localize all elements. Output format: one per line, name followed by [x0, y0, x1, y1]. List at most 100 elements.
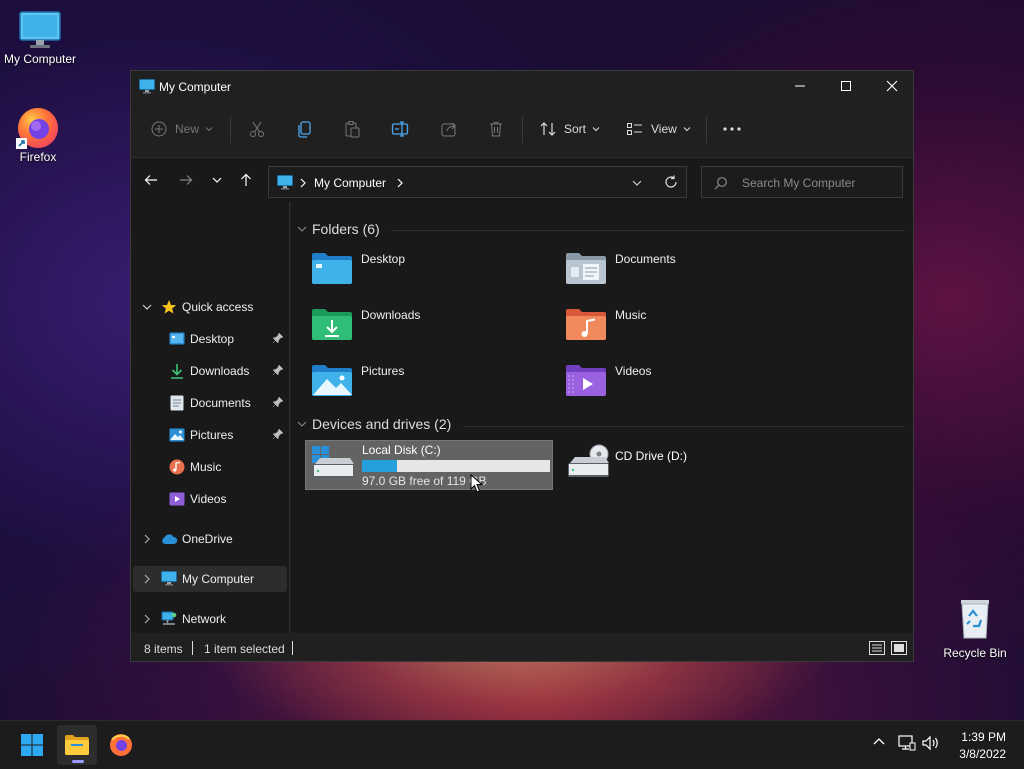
status-separator	[192, 641, 193, 655]
chevron-right-icon	[144, 534, 150, 544]
refresh-icon[interactable]	[664, 175, 678, 189]
desktop-icon-my-computer[interactable]: My Computer	[0, 10, 80, 66]
sidebar-item-label: OneDrive	[182, 532, 233, 546]
sidebar-item-music[interactable]: Music	[133, 454, 287, 480]
video-icon	[169, 492, 185, 506]
pane-divider[interactable]	[289, 202, 290, 633]
toolbar-separator	[230, 117, 231, 143]
clock-time: 1:39 PM	[961, 730, 1006, 744]
delete-button[interactable]	[487, 117, 505, 141]
cut-button[interactable]	[248, 117, 266, 141]
sidebar-item-onedrive[interactable]: OneDrive	[133, 526, 287, 552]
share-button[interactable]	[440, 117, 458, 141]
command-bar: New Sort View	[131, 109, 913, 149]
chevron-up-icon[interactable]	[872, 735, 886, 749]
selection-count: 1 item selected	[204, 642, 285, 656]
desktop-icon-firefox[interactable]: Firefox	[0, 104, 78, 164]
network-status-icon[interactable]	[898, 735, 916, 751]
paste-button[interactable]	[343, 117, 361, 141]
search-icon	[714, 177, 727, 190]
copy-button[interactable]	[296, 117, 314, 141]
forward-button[interactable]	[174, 168, 198, 192]
minimize-button[interactable]	[777, 71, 823, 101]
sidebar-item-label: Network	[182, 612, 227, 626]
search-box[interactable]: Search My Computer	[701, 166, 903, 198]
sidebar-item-label: Quick access	[182, 300, 254, 314]
view-button[interactable]: View	[626, 117, 692, 141]
chevron-down-icon	[212, 177, 222, 183]
sidebar-item-downloads[interactable]: Downloads	[133, 358, 287, 384]
group-divider	[463, 426, 905, 427]
drive-local-disk-c[interactable]: Local Disk (C:) 97.0 GB free of 119 GB	[305, 440, 553, 490]
desktop-icon	[169, 332, 185, 345]
sort-button[interactable]: Sort	[539, 117, 601, 141]
drive-cd-d[interactable]: CD Drive (D:)	[563, 440, 811, 490]
folder-desktop[interactable]: Desktop	[311, 251, 551, 291]
folder-documents[interactable]: Documents	[565, 251, 805, 291]
desktop-icon-recycle-bin[interactable]: Recycle Bin	[935, 596, 1015, 660]
pin-icon	[272, 332, 284, 344]
sidebar-item-quick-access[interactable]: Quick access	[133, 294, 287, 320]
taskbar-file-explorer[interactable]	[57, 725, 97, 765]
folder-music[interactable]: Music	[565, 307, 805, 347]
taskbar-firefox[interactable]	[101, 725, 141, 765]
sidebar-item-label: Pictures	[190, 428, 234, 442]
sidebar-item-desktop[interactable]: Desktop	[133, 326, 287, 352]
close-button[interactable]	[869, 71, 915, 101]
back-button[interactable]	[139, 168, 163, 192]
group-title: Devices and drives (2)	[312, 416, 452, 432]
start-button[interactable]	[12, 725, 52, 765]
view-list-icon	[627, 123, 642, 135]
volume-icon[interactable]	[922, 735, 940, 751]
breadcrumb-my-computer[interactable]: My Computer	[314, 176, 386, 190]
windows-logo-icon	[21, 734, 43, 756]
sidebar-item-my-computer[interactable]: My Computer	[133, 566, 287, 592]
folder-label: Music	[615, 308, 647, 322]
chevron-down-icon	[297, 421, 307, 427]
sort-icon	[540, 122, 556, 136]
plus-circle-icon	[151, 121, 167, 137]
chevron-right-icon	[144, 614, 150, 624]
active-indicator	[72, 760, 84, 763]
taskbar: 1:39 PM 3/8/2022	[0, 720, 1024, 769]
system-clock[interactable]: 1:39 PM 3/8/2022	[959, 729, 1006, 763]
arrow-right-icon	[180, 175, 193, 185]
sidebar-item-videos[interactable]: Videos	[133, 486, 287, 512]
view-label: View	[651, 122, 677, 136]
maximize-button[interactable]	[823, 71, 869, 101]
address-bar[interactable]: My Computer	[268, 166, 687, 198]
sidebar-item-label: Music	[190, 460, 222, 474]
videos-folder-icon	[566, 365, 606, 396]
title-bar[interactable]: My Computer	[131, 71, 913, 103]
sidebar-item-documents[interactable]: Documents	[133, 390, 287, 416]
chevron-down-icon[interactable]	[631, 177, 643, 189]
more-options-button[interactable]	[722, 117, 742, 141]
large-icons-view-icon[interactable]	[891, 641, 907, 655]
sidebar-item-pictures[interactable]: Pictures	[133, 422, 287, 448]
status-bar: 8 items 1 item selected	[131, 633, 913, 661]
chevron-right-icon[interactable]	[396, 178, 404, 188]
minimize-icon	[795, 85, 805, 87]
folder-downloads[interactable]: Downloads	[311, 307, 551, 347]
more-icon	[723, 127, 741, 131]
pin-icon	[272, 396, 284, 408]
mouse-cursor-icon	[470, 474, 484, 493]
recent-locations-button[interactable]	[205, 168, 229, 192]
sidebar-item-label: Downloads	[190, 364, 250, 378]
recycle-bin-icon	[961, 600, 989, 639]
arrow-left-icon	[144, 175, 157, 185]
music-icon	[169, 459, 185, 475]
details-view-icon[interactable]	[869, 641, 885, 655]
monitor-icon	[19, 11, 61, 48]
share-icon	[441, 122, 456, 137]
folder-pictures[interactable]: Pictures	[311, 363, 551, 403]
folder-label: Desktop	[361, 252, 406, 266]
sidebar-item-label: Videos	[190, 492, 227, 506]
folder-videos[interactable]: Videos	[565, 363, 805, 403]
new-button[interactable]: New	[151, 117, 214, 141]
sidebar-item-network[interactable]: Network	[133, 606, 287, 632]
folder-label: Documents	[615, 252, 676, 266]
rename-button[interactable]	[391, 117, 409, 141]
up-button[interactable]	[234, 168, 258, 192]
pin-icon	[272, 364, 284, 376]
